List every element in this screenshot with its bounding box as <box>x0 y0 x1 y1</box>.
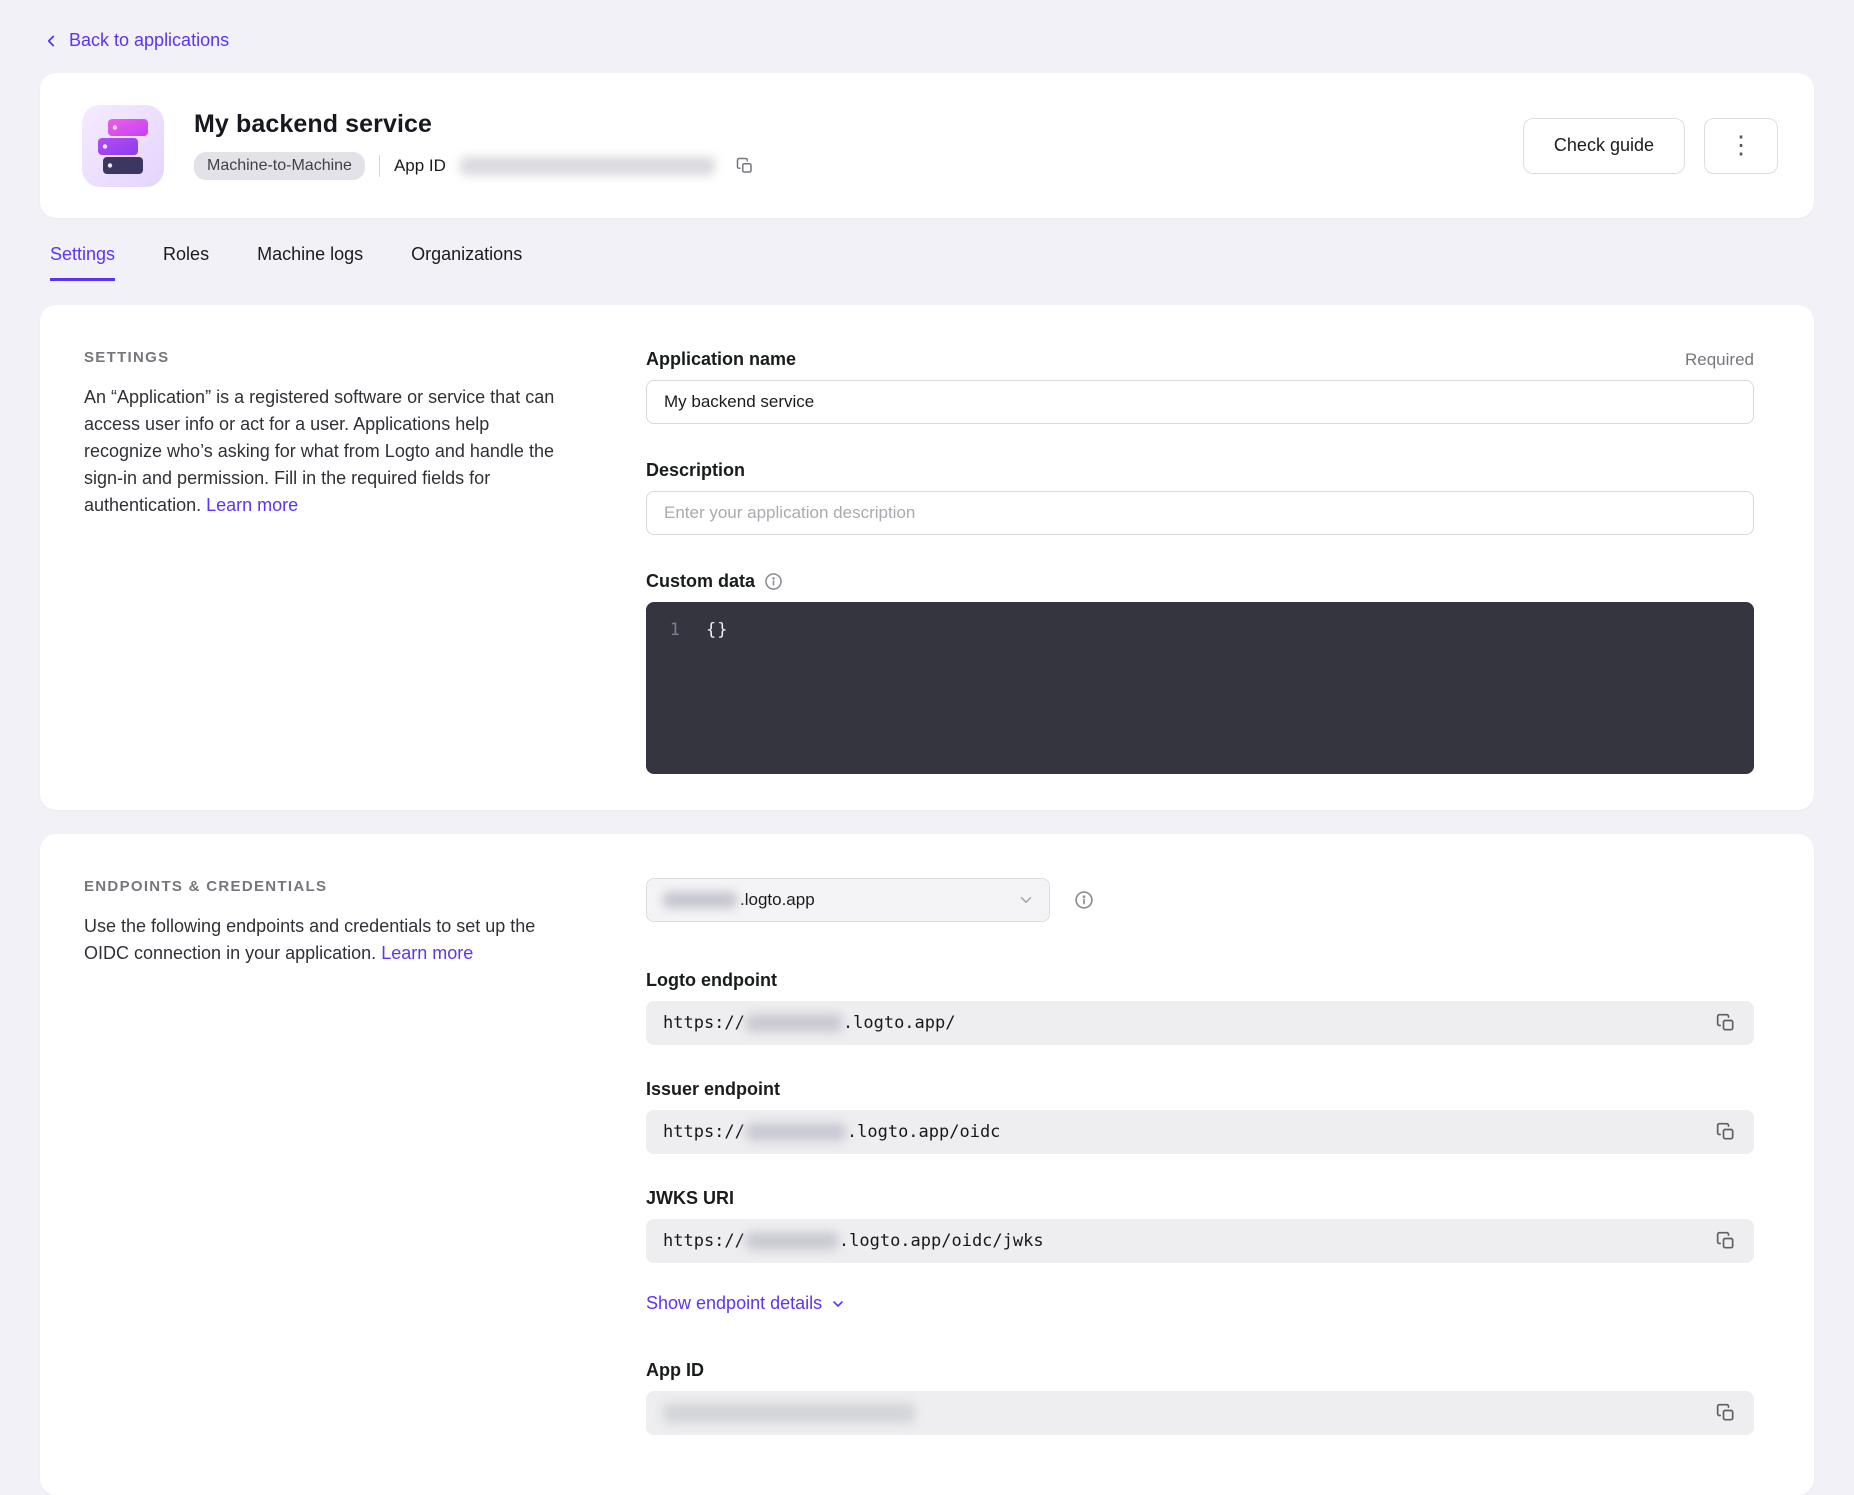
logto-endpoint-label: Logto endpoint <box>646 970 777 991</box>
tenant-id-redacted <box>746 1123 846 1141</box>
header-actions: Check guide ⋮ <box>1523 118 1778 174</box>
application-name-group: Application name Required <box>646 349 1754 424</box>
logto-endpoint-group: Logto endpoint https:// .logto.app/ <box>646 970 1754 1045</box>
info-icon <box>764 572 783 591</box>
app-id-value-redacted <box>663 1403 915 1423</box>
issuer-endpoint-group: Issuer endpoint https:// .logto.app/oidc <box>646 1079 1754 1154</box>
settings-form: Application name Required Description Cu… <box>646 349 1754 774</box>
settings-section-description: An “Application” is a registered softwar… <box>84 384 556 519</box>
description-group: Description <box>646 460 1754 535</box>
tab-roles[interactable]: Roles <box>163 244 209 281</box>
endpoint-suffix: .logto.app/ <box>843 1013 956 1033</box>
endpoint-prefix: https:// <box>663 1122 745 1142</box>
application-name-label: Application name <box>646 349 796 370</box>
app-header-card: My backend service Machine-to-Machine Ap… <box>40 73 1814 218</box>
settings-card: SETTINGS An “Application” is a registere… <box>40 305 1814 810</box>
issuer-endpoint-field: https:// .logto.app/oidc <box>646 1110 1754 1154</box>
editor-code-content: {} <box>706 618 728 642</box>
more-actions-button[interactable]: ⋮ <box>1704 118 1778 174</box>
custom-data-label: Custom data <box>646 571 755 592</box>
show-endpoint-details-label: Show endpoint details <box>646 1293 822 1314</box>
info-icon <box>1074 890 1094 910</box>
page: Back to applications <box>0 0 1854 1495</box>
description-label: Description <box>646 460 745 481</box>
settings-description-text: An “Application” is a registered softwar… <box>84 387 554 515</box>
chevron-down-icon <box>830 1296 846 1312</box>
endpoints-section-description: Use the following endpoints and credenti… <box>84 913 556 967</box>
tenant-id-redacted <box>746 1014 842 1032</box>
custom-data-editor[interactable]: 1 {} <box>646 602 1754 774</box>
copy-icon <box>736 157 754 175</box>
endpoints-learn-more-link[interactable]: Learn more <box>381 943 473 963</box>
settings-learn-more-link[interactable]: Learn more <box>206 495 298 515</box>
copy-icon <box>1716 1122 1736 1142</box>
copy-app-id-field-button[interactable] <box>1710 1397 1742 1429</box>
tab-machine-logs[interactable]: Machine logs <box>257 244 363 281</box>
app-id-field-label: App ID <box>646 1360 704 1381</box>
app-id-label: App ID <box>394 156 446 176</box>
app-id-value-redacted <box>460 157 715 175</box>
app-id-field <box>646 1391 1754 1435</box>
settings-aside: SETTINGS An “Application” is a registere… <box>84 349 556 519</box>
app-meta-row: Machine-to-Machine App ID <box>194 150 1523 182</box>
application-name-input[interactable] <box>646 380 1754 424</box>
endpoint-prefix: https:// <box>663 1231 745 1251</box>
copy-app-id-button[interactable] <box>729 150 761 182</box>
back-link-label: Back to applications <box>69 30 229 51</box>
show-endpoint-details-link[interactable]: Show endpoint details <box>646 1293 846 1314</box>
copy-issuer-endpoint-button[interactable] <box>1710 1116 1742 1148</box>
app-logo-icon <box>82 105 164 187</box>
domain-select[interactable]: .logto.app <box>646 878 1050 922</box>
check-guide-button[interactable]: Check guide <box>1523 118 1685 174</box>
editor-line-number: 1 <box>666 618 680 642</box>
endpoints-aside: ENDPOINTS & CREDENTIALS Use the followin… <box>84 878 556 967</box>
app-id-group: App ID <box>646 1360 1754 1435</box>
logto-endpoint-field: https:// .logto.app/ <box>646 1001 1754 1045</box>
copy-icon <box>1716 1231 1736 1251</box>
jwks-uri-group: JWKS URI https:// .logto.app/oidc/jwks <box>646 1188 1754 1263</box>
endpoints-form: .logto.app Logto endpoint https:// .logt… <box>646 878 1754 1435</box>
endpoints-section-title: ENDPOINTS & CREDENTIALS <box>84 878 556 895</box>
required-hint: Required <box>1685 350 1754 370</box>
tab-organizations[interactable]: Organizations <box>411 244 522 281</box>
domain-select-row: .logto.app <box>646 878 1754 922</box>
endpoint-prefix: https:// <box>663 1013 745 1033</box>
copy-logto-endpoint-button[interactable] <box>1710 1007 1742 1039</box>
chevron-left-icon <box>42 32 60 50</box>
issuer-endpoint-label: Issuer endpoint <box>646 1079 780 1100</box>
app-type-badge: Machine-to-Machine <box>194 152 365 180</box>
jwks-uri-field: https:// .logto.app/oidc/jwks <box>646 1219 1754 1263</box>
app-header-main: My backend service Machine-to-Machine Ap… <box>194 110 1523 182</box>
tab-settings[interactable]: Settings <box>50 244 115 281</box>
endpoint-suffix: .logto.app/oidc <box>847 1122 1001 1142</box>
copy-jwks-uri-button[interactable] <box>1710 1225 1742 1257</box>
tenant-id-redacted <box>663 892 737 908</box>
back-link[interactable]: Back to applications <box>42 30 229 51</box>
domain-select-value: .logto.app <box>740 890 815 910</box>
tab-bar: Settings Roles Machine logs Organization… <box>50 244 1814 281</box>
copy-icon <box>1716 1403 1736 1423</box>
endpoint-suffix: .logto.app/oidc/jwks <box>839 1231 1044 1251</box>
kebab-icon: ⋮ <box>1729 133 1754 158</box>
endpoints-card: ENDPOINTS & CREDENTIALS Use the followin… <box>40 834 1814 1495</box>
copy-icon <box>1716 1013 1736 1033</box>
custom-data-group: Custom data 1 {} <box>646 571 1754 774</box>
settings-section-title: SETTINGS <box>84 349 556 366</box>
vertical-divider <box>379 155 380 177</box>
chevron-down-icon <box>1017 891 1035 909</box>
jwks-uri-label: JWKS URI <box>646 1188 734 1209</box>
page-title: My backend service <box>194 110 1523 139</box>
description-input[interactable] <box>646 491 1754 535</box>
tenant-id-redacted <box>746 1232 838 1250</box>
